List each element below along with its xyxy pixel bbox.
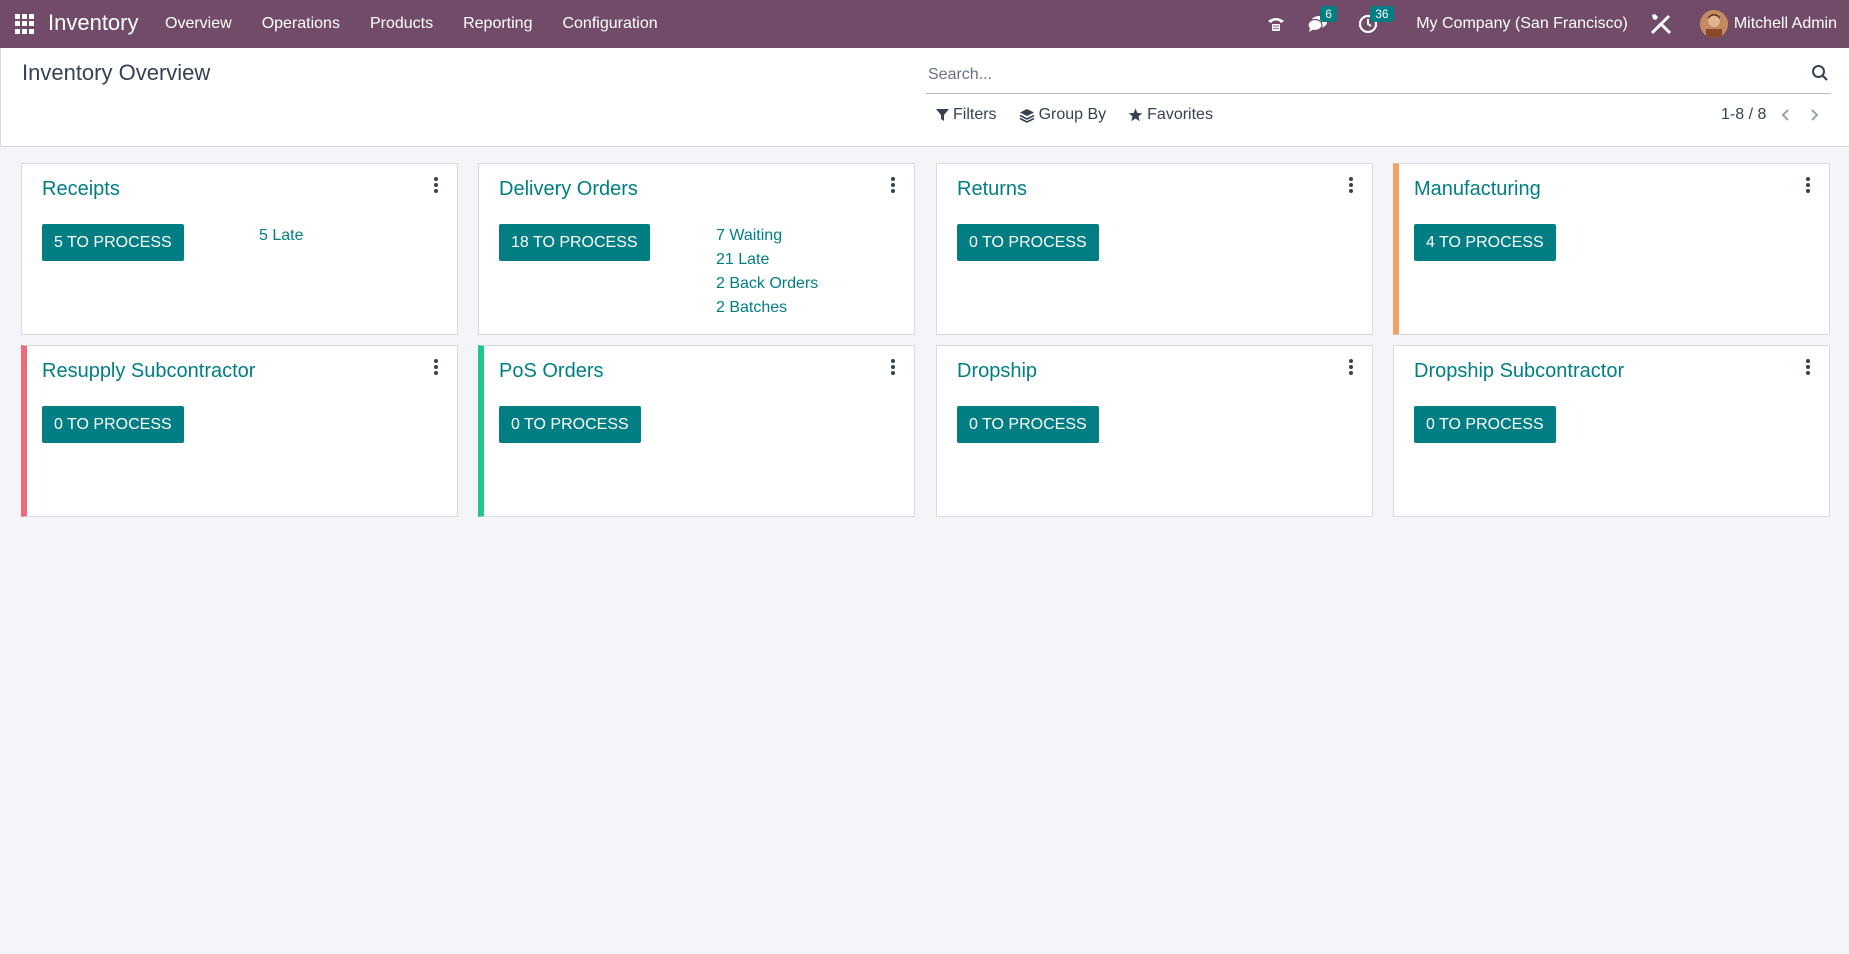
chevron-right-icon[interactable] — [1806, 107, 1822, 123]
search-bar — [926, 56, 1831, 94]
star-icon — [1128, 108, 1143, 122]
kanban-card-delivery-orders: Delivery Orders 18 TO PROCESS 7 Waiting … — [478, 163, 915, 335]
kanban-card-dropship-subcontractor: Dropship Subcontractor 0 TO PROCESS — [1393, 345, 1830, 517]
card-stats: 7 Waiting 21 Late 2 Back Orders 2 Batche… — [716, 224, 818, 320]
pager: 1-8 / 8 — [1721, 106, 1822, 124]
card-title[interactable]: PoS Orders — [499, 360, 603, 383]
avatar[interactable] — [1699, 10, 1728, 38]
kebab-menu-icon[interactable] — [1803, 176, 1813, 194]
card-title[interactable]: Delivery Orders — [499, 178, 638, 201]
search-input[interactable] — [928, 62, 1788, 88]
favorites-button[interactable]: Favorites — [1128, 106, 1213, 124]
card-title[interactable]: Resupply Subcontractor — [42, 360, 255, 383]
clock-icon[interactable]: 36 — [1356, 6, 1394, 36]
to-process-button[interactable]: 5 TO PROCESS — [42, 224, 184, 261]
company-switcher[interactable]: My Company (San Francisco) — [1416, 15, 1628, 33]
group-by-label: Group By — [1038, 106, 1107, 123]
menu-reporting[interactable]: Reporting — [448, 15, 547, 33]
activities-count-badge: 36 — [1370, 6, 1394, 22]
stat-late[interactable]: 21 Late — [716, 248, 818, 272]
to-process-button[interactable]: 4 TO PROCESS — [1414, 224, 1556, 261]
to-process-button[interactable]: 0 TO PROCESS — [957, 406, 1099, 443]
filters-label: Filters — [953, 106, 997, 123]
apps-grid-icon[interactable] — [15, 14, 35, 34]
kebab-menu-icon[interactable] — [431, 176, 441, 194]
group-by-button[interactable]: Group By — [1019, 106, 1107, 124]
kanban-card-dropship: Dropship 0 TO PROCESS — [936, 345, 1373, 517]
layers-icon — [1019, 108, 1034, 123]
top-navbar: Inventory Overview Operations Products R… — [0, 0, 1849, 48]
kanban-card-resupply-subcontractor: Resupply Subcontractor 0 TO PROCESS — [21, 345, 458, 517]
kebab-menu-icon[interactable] — [888, 358, 898, 376]
to-process-button[interactable]: 0 TO PROCESS — [957, 224, 1099, 261]
app-name[interactable]: Inventory — [48, 10, 139, 36]
search-options: Filters Group By Favorites — [936, 106, 1235, 124]
card-stats: 5 Late — [259, 224, 303, 248]
to-process-button[interactable]: 0 TO PROCESS — [1414, 406, 1556, 443]
kebab-menu-icon[interactable] — [1346, 176, 1356, 194]
menu-overview[interactable]: Overview — [150, 15, 247, 33]
messages-count-badge: 6 — [1320, 6, 1337, 22]
menu-products[interactable]: Products — [355, 15, 448, 33]
card-title[interactable]: Returns — [957, 178, 1027, 201]
chevron-left-icon[interactable] — [1778, 107, 1794, 123]
filter-icon — [936, 109, 949, 121]
to-process-button[interactable]: 0 TO PROCESS — [42, 406, 184, 443]
card-title[interactable]: Manufacturing — [1414, 178, 1541, 201]
menu-configuration[interactable]: Configuration — [547, 15, 672, 33]
card-title[interactable]: Dropship — [957, 360, 1037, 383]
stat-late[interactable]: 5 Late — [259, 224, 303, 248]
main-menu: Overview Operations Products Reporting C… — [150, 0, 673, 48]
kebab-menu-icon[interactable] — [1346, 358, 1356, 376]
kanban-card-receipts: Receipts 5 TO PROCESS 5 Late — [21, 163, 458, 335]
pager-value[interactable]: 1-8 / 8 — [1721, 106, 1766, 124]
kanban-card-returns: Returns 0 TO PROCESS — [936, 163, 1373, 335]
filters-button[interactable]: Filters — [936, 106, 997, 124]
card-title[interactable]: Dropship Subcontractor — [1414, 360, 1624, 383]
navbar-systray: 6 36 My Company (San Francisco) Mitchell… — [1264, 0, 1849, 48]
kebab-menu-icon[interactable] — [888, 176, 898, 194]
tools-icon[interactable] — [1648, 11, 1674, 37]
chat-icon[interactable]: 6 — [1306, 6, 1337, 36]
to-process-button[interactable]: 0 TO PROCESS — [499, 406, 641, 443]
card-title[interactable]: Receipts — [42, 178, 120, 201]
control-panel: Inventory Overview Filters Group By — [0, 48, 1849, 147]
kanban-card-pos-orders: PoS Orders 0 TO PROCESS — [478, 345, 915, 517]
kanban-card-manufacturing: Manufacturing 4 TO PROCESS — [1393, 163, 1830, 335]
kebab-menu-icon[interactable] — [1803, 358, 1813, 376]
menu-operations[interactable]: Operations — [247, 15, 355, 33]
page-title: Inventory Overview — [22, 60, 211, 85]
kebab-menu-icon[interactable] — [431, 358, 441, 376]
stat-batches[interactable]: 2 Batches — [716, 296, 818, 320]
to-process-button[interactable]: 18 TO PROCESS — [499, 224, 650, 261]
user-menu[interactable]: Mitchell Admin — [1734, 15, 1837, 33]
stat-waiting[interactable]: 7 Waiting — [716, 224, 818, 248]
phone-icon[interactable] — [1264, 12, 1288, 36]
stat-back-orders[interactable]: 2 Back Orders — [716, 272, 818, 296]
favorites-label: Favorites — [1147, 106, 1213, 123]
search-icon[interactable] — [1811, 64, 1831, 84]
